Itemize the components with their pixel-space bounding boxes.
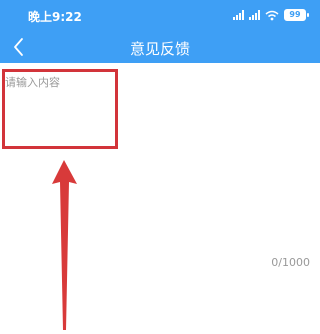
status-time: 晚上9:22 <box>28 10 82 24</box>
header-bar: 晚上9:22 99 意见反馈 <box>0 0 320 63</box>
page-title: 意见反馈 <box>129 40 190 58</box>
signal-icon <box>233 10 244 20</box>
feedback-area[interactable]: 0/1000 <box>0 63 320 334</box>
wifi-icon <box>265 10 279 20</box>
char-counter: 0/1000 <box>271 256 310 269</box>
status-bar: 晚上9:22 99 <box>0 0 320 32</box>
battery-icon: 99 <box>284 9 309 21</box>
nav-bar: 意见反馈 <box>0 32 320 63</box>
status-icons: 99 <box>233 8 309 22</box>
feedback-placeholder: 请输入内容 <box>5 76 60 89</box>
signal-icon-2 <box>249 10 260 20</box>
